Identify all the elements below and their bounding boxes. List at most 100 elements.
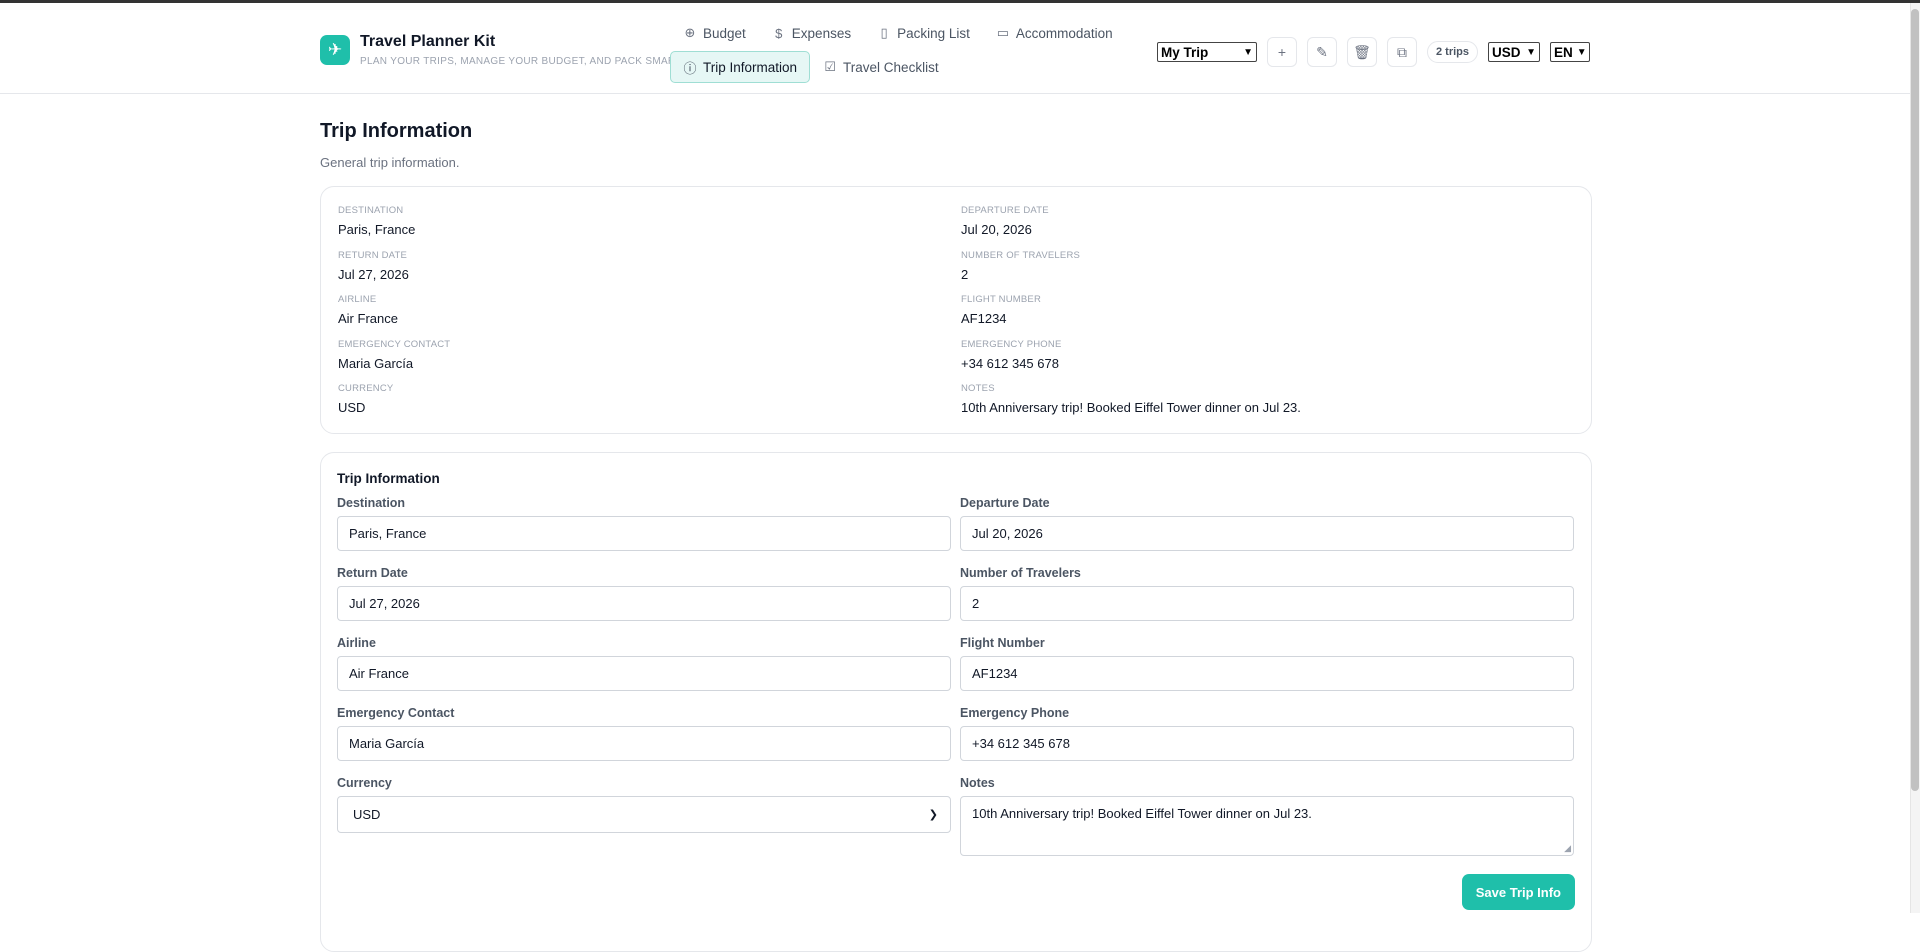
field-travelers: Number of Travelers 2	[960, 566, 1574, 636]
summary-label: NUMBER OF TRAVELERS	[961, 249, 1081, 261]
nav-travel-checklist[interactable]: ☑ Travel Checklist	[810, 51, 952, 83]
trip-select-value: My Trip	[1161, 44, 1209, 60]
field-label: Departure Date	[960, 496, 1050, 510]
summary-value: 2	[961, 266, 969, 282]
field-airline: Airline Air France	[337, 636, 951, 706]
summary-label: RETURN DATE	[338, 249, 408, 261]
currency-select-value: USD	[1492, 44, 1521, 60]
field-destination: Destination Paris, France	[337, 496, 951, 566]
field-label: Return Date	[337, 566, 408, 580]
nav-expenses-label: Expenses	[791, 25, 852, 41]
main-content: Trip Information General trip informatio…	[320, 94, 1592, 952]
trip-info-form-card: Trip Information Destination Paris, Fran…	[320, 452, 1592, 952]
nav-packing-list[interactable]: ▯ Packing List	[864, 17, 983, 49]
nav-trip-information[interactable]: ⓘ Trip Information	[670, 51, 811, 83]
chevron-down-icon: ❯	[928, 809, 938, 821]
notes-textarea[interactable]: 10th Anniversary trip! Booked Eiffel Tow…	[960, 796, 1574, 856]
save-trip-info-button[interactable]: Save Trip Info	[1461, 874, 1575, 910]
edit-trip-button[interactable]: ✎	[1307, 37, 1337, 67]
add-trip-button[interactable]: +	[1267, 37, 1297, 67]
return-date-input[interactable]: Jul 27, 2026	[337, 586, 951, 621]
summary-value: USD	[338, 400, 366, 416]
airplane-icon: ✈	[320, 35, 350, 65]
summary-label: DEPARTURE DATE	[961, 205, 1049, 216]
destination-input[interactable]: Paris, France	[337, 516, 951, 551]
brand-title: Travel Planner Kit	[360, 33, 496, 50]
emergency-contact-input[interactable]: Maria García	[337, 726, 951, 761]
nav-packing-list-label: Packing List	[897, 25, 970, 41]
currency-form-select[interactable]: USD ❯	[337, 796, 951, 833]
summary-label: DESTINATION	[338, 205, 404, 216]
checkbox-icon: ☑	[824, 59, 836, 74]
trash-icon: 🗑	[1353, 43, 1371, 60]
header-tools: My Trip ▼ + ✎ 🗑 ⧉ 2 trips USD ▼ EN ▼	[1157, 37, 1591, 67]
field-label: Airline	[337, 636, 376, 650]
main-nav: ⊕ Budget $ Expenses ▯ Packing List ▭ Acc…	[670, 17, 1120, 83]
airline-input[interactable]: Air France	[337, 656, 951, 691]
field-label: Destination	[337, 496, 406, 510]
nav-travel-checklist-label: Travel Checklist	[843, 59, 939, 75]
summary-value: Paris, France	[338, 222, 416, 237]
resize-handle-icon[interactable]: ◢	[1564, 843, 1571, 854]
departure-date-input[interactable]: Jul 20, 2026	[960, 516, 1574, 551]
field-label: Emergency Phone	[960, 706, 1070, 720]
form-title: Trip Information	[337, 471, 440, 486]
travelers-input[interactable]: 2	[960, 586, 1574, 621]
summary-departure: DEPARTURE DATE Jul 20, 2026	[961, 201, 1561, 246]
summary-value: +34 612 345 678	[961, 355, 1059, 371]
page-title: Trip Information	[320, 120, 473, 142]
dollar-icon: $	[775, 25, 783, 41]
field-flight-number: Flight Number AF1234	[960, 636, 1574, 706]
summary-value: Jul 27, 2026	[338, 266, 409, 282]
field-label: Notes	[960, 776, 995, 790]
field-label: Currency	[337, 776, 392, 790]
summary-value: Maria García	[338, 355, 414, 371]
summary-value: Jul 20, 2026	[961, 222, 1032, 237]
field-emergency-phone: Emergency Phone +34 612 345 678	[960, 706, 1574, 776]
nav-expenses[interactable]: $ Expenses	[759, 17, 864, 49]
language-select[interactable]: EN ▼	[1550, 42, 1591, 62]
summary-currency: CURRENCY USD	[338, 379, 961, 424]
trip-select[interactable]: My Trip ▼	[1157, 42, 1257, 62]
scrollbar-thumb[interactable]	[1911, 9, 1919, 791]
field-notes: Notes 10th Anniversary trip! Booked Eiff…	[960, 776, 1574, 856]
summary-value: Air France	[338, 311, 398, 327]
summary-value: AF1234	[961, 311, 1007, 327]
field-currency: Currency USD ❯	[337, 776, 951, 846]
field-emergency-contact: Emergency Contact Maria García	[337, 706, 951, 776]
chevron-down-icon: ▼	[1526, 46, 1537, 58]
summary-notes: NOTES 10th Anniversary trip! Booked Eiff…	[961, 379, 1561, 424]
emergency-phone-input[interactable]: +34 612 345 678	[960, 726, 1574, 761]
brand-tagline: PLAN YOUR TRIPS, MANAGE YOUR BUDGET, AND…	[360, 56, 684, 67]
summary-airline: AIRLINE Air France	[338, 290, 961, 335]
chevron-down-icon: ▼	[1243, 46, 1253, 58]
summary-destination: DESTINATION Paris, France	[338, 201, 961, 246]
field-return-date: Return Date Jul 27, 2026	[337, 566, 951, 636]
summary-value: 10th Anniversary trip! Booked Eiffel Tow…	[961, 400, 1301, 416]
field-label: Emergency Contact	[337, 706, 455, 720]
flight-number-input[interactable]: AF1234	[960, 656, 1574, 691]
nav-accommodation-label: Accommodation	[1015, 25, 1113, 41]
nav-budget[interactable]: ⊕ Budget	[670, 17, 759, 49]
summary-label: NOTES	[961, 383, 995, 395]
trips-count-badge: 2 trips	[1427, 41, 1479, 63]
summary-return: RETURN DATE Jul 27, 2026	[338, 246, 961, 291]
page-scrollbar[interactable]	[1910, 3, 1920, 913]
delete-trip-button[interactable]: 🗑	[1347, 37, 1377, 67]
summary-flight: FLIGHT NUMBER AF1234	[961, 290, 1561, 335]
summary-emergency-contact: EMERGENCY CONTACT Maria García	[338, 335, 961, 380]
nav-accommodation[interactable]: ▭ Accommodation	[983, 17, 1126, 49]
clipboard-icon: ▯	[880, 25, 888, 40]
summary-label: FLIGHT NUMBER	[961, 294, 1042, 306]
duplicate-trip-button[interactable]: ⧉	[1387, 37, 1417, 67]
app-header: ✈ Travel Planner Kit PLAN YOUR TRIPS, MA…	[0, 3, 1910, 94]
currency-select[interactable]: USD ▼	[1488, 42, 1541, 62]
field-label: Number of Travelers	[960, 566, 1081, 580]
field-label: Flight Number	[960, 636, 1045, 650]
summary-label: AIRLINE	[338, 294, 377, 306]
language-select-value: EN	[1554, 44, 1573, 60]
notes-textarea-value: 10th Anniversary trip! Booked Eiffel Tow…	[972, 806, 1312, 821]
bed-icon: ▭	[996, 25, 1010, 40]
info-icon: ⓘ	[683, 60, 697, 76]
page-subtitle: General trip information.	[320, 155, 460, 170]
